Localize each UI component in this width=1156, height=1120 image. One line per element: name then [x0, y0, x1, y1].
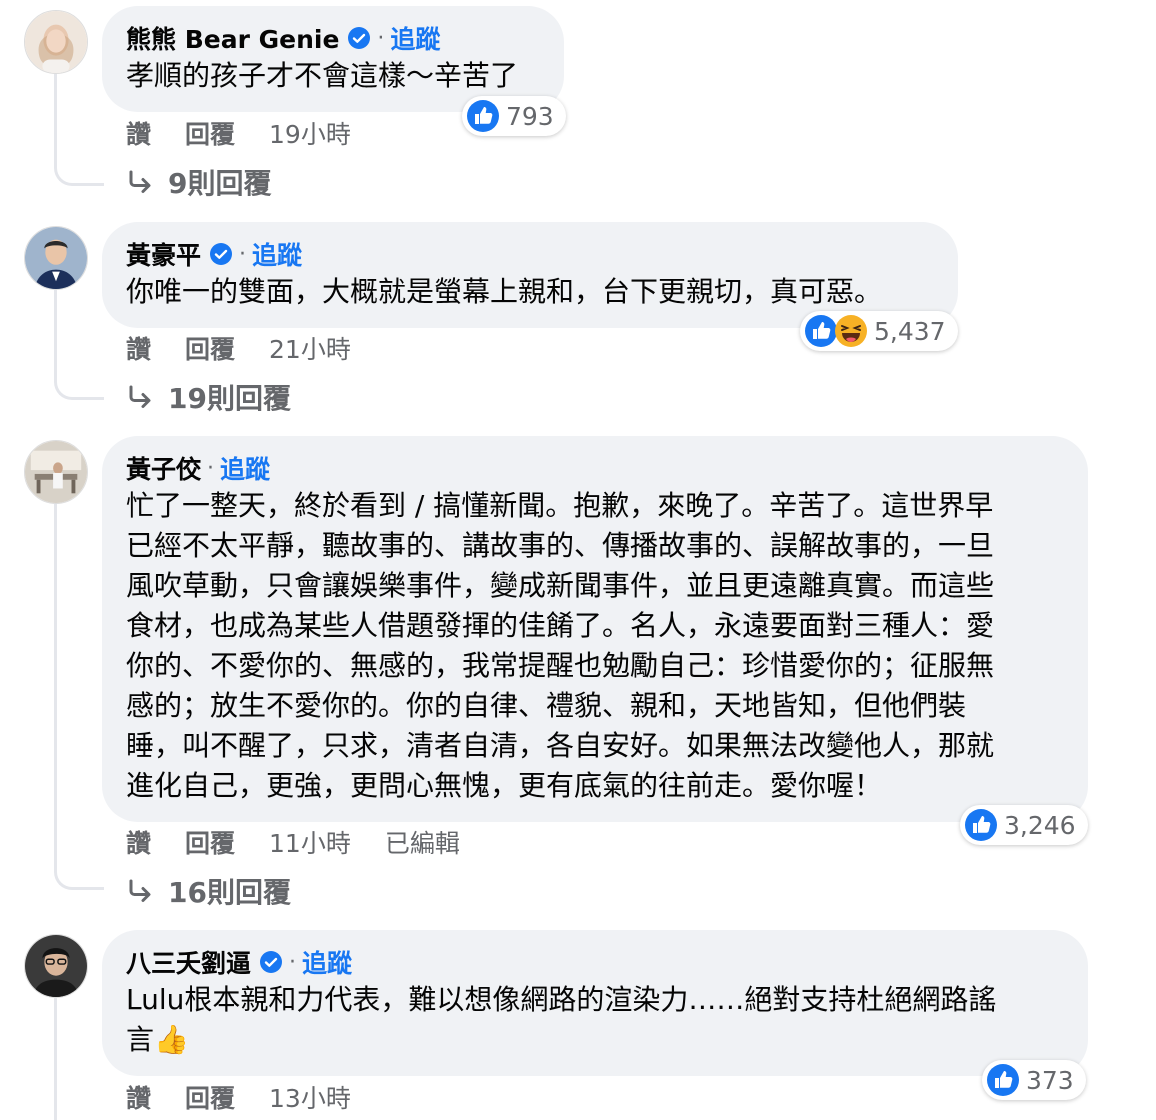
comment-actions: 讚 回覆 19小時 — [126, 116, 385, 150]
reaction-summary[interactable]: 3,246 — [960, 805, 1088, 845]
timestamp[interactable]: 13小時 — [269, 1079, 351, 1115]
comment-line: 感的；放生不愛你的。你的自律、禮貌、親和，天地皆知，但他們裝 — [126, 689, 967, 722]
like-button[interactable]: 讚 — [126, 1079, 151, 1115]
follow-link[interactable]: 追蹤 — [252, 236, 302, 272]
separator-dot: · — [207, 455, 215, 481]
comment-actions: 讚 回覆 21小時 — [126, 331, 385, 365]
reply-arrow-icon — [126, 383, 154, 411]
avatar[interactable] — [24, 934, 88, 998]
timestamp[interactable]: 11小時 — [269, 824, 351, 860]
comment-actions: 讚 回覆 13小時 — [126, 1080, 385, 1114]
comment-line: 已經不太平靜，聽故事的、講故事的、傳播故事的、誤解故事的，一旦 — [126, 529, 995, 562]
timestamp[interactable]: 19小時 — [269, 115, 351, 151]
avatar[interactable] — [24, 10, 88, 74]
reply-button[interactable]: 回覆 — [185, 1079, 235, 1115]
comment-line: 食材，也成為某些人借題發揮的佳餚了。名人，永遠要面對三種人：愛 — [126, 609, 995, 642]
comment-line: 睡，叫不醒了，只求，清者自清，各自安好。如果無法改變他人，那就 — [126, 729, 995, 762]
comment-bubble: 黃子佼 · 追蹤 忙了一整天，終於看到 / 搞懂新聞。抱歉，來晚了。辛苦了。這世… — [102, 436, 1088, 822]
view-replies-button[interactable]: 9則回覆 — [126, 164, 271, 200]
replies-label: 19則回覆 — [168, 382, 291, 415]
thread-connector — [54, 72, 104, 186]
commenter-name[interactable]: 黃豪平 — [126, 236, 201, 272]
reply-button[interactable]: 回覆 — [185, 330, 235, 366]
replies-label: 16則回覆 — [168, 876, 291, 909]
comment-bubble: 八三夭劉逼 · 追蹤 Lulu根本親和力代表，難以想像網路的渲染力……絕對支持杜… — [102, 930, 1088, 1076]
reaction-summary[interactable]: 5,437 — [800, 311, 958, 351]
comment-line: 進化自己，更強，更問心無愧，更有底氣的往前走。愛你喔！ — [126, 769, 883, 802]
like-icon — [466, 99, 500, 133]
view-replies-button[interactable]: 19則回覆 — [126, 379, 291, 415]
comment-actions: 讚 回覆 11小時 已編輯 — [126, 825, 494, 859]
thread-connector — [54, 288, 104, 400]
verified-badge-icon — [347, 26, 371, 50]
reply-button[interactable]: 回覆 — [185, 115, 235, 151]
comment-text: 你唯一的雙面，大概就是螢幕上親和，台下更親切，真可惡。 — [126, 272, 934, 312]
like-icon — [964, 808, 998, 842]
commenter-name[interactable]: 熊熊 Bear Genie — [126, 20, 339, 56]
thread-connector — [54, 998, 104, 1120]
comment-line: 你唯一的雙面，大概就是螢幕上親和，台下更親切，真可惡。 — [126, 275, 883, 308]
avatar[interactable] — [24, 440, 88, 504]
timestamp[interactable]: 21小時 — [269, 330, 351, 366]
reaction-count: 3,246 — [1004, 810, 1076, 840]
comment-line: 言👍 — [126, 1023, 189, 1056]
commenter-name[interactable]: 黃子佼 — [126, 450, 201, 486]
edited-label: 已編輯 — [384, 829, 460, 858]
reaction-summary[interactable]: 373 — [982, 1060, 1086, 1100]
reaction-count: 793 — [506, 101, 554, 131]
like-button[interactable]: 讚 — [126, 824, 151, 860]
comment-text: Lulu根本親和力代表，難以想像網路的渲染力……絕對支持杜絕網路謠 言👍 — [126, 980, 1064, 1060]
separator-dot: · — [289, 949, 297, 975]
reply-arrow-icon — [126, 877, 154, 905]
haha-icon — [834, 314, 868, 348]
follow-link[interactable]: 追蹤 — [390, 20, 440, 56]
like-icon — [986, 1063, 1020, 1097]
reaction-summary[interactable]: 793 — [462, 96, 566, 136]
thread-connector — [54, 504, 104, 890]
commenter-name[interactable]: 八三夭劉逼 — [126, 944, 251, 980]
reaction-count: 373 — [1026, 1065, 1074, 1095]
follow-link[interactable]: 追蹤 — [302, 944, 352, 980]
avatar[interactable] — [24, 226, 88, 290]
reply-arrow-icon — [126, 168, 154, 196]
separator-dot: · — [239, 241, 247, 267]
like-icon — [804, 314, 838, 348]
comment-line: 你的、不愛你的、無感的，我常提醒也勉勵自己：珍惜愛你的；征服無 — [126, 649, 995, 682]
verified-badge-icon — [209, 242, 233, 266]
reaction-count: 5,437 — [874, 316, 946, 346]
comment-line: 風吹草動，只會讓娛樂事件，變成新聞事件，並且更遠離真實。而這些 — [126, 569, 995, 602]
comment-line: Lulu根本親和力代表，難以想像網路的渲染力……絕對支持杜絕網路謠 — [126, 983, 997, 1016]
like-button[interactable]: 讚 — [126, 115, 151, 151]
comment-line: 孝順的孩子才不會這樣～辛苦了 — [126, 59, 519, 92]
replies-label: 9則回覆 — [168, 167, 272, 200]
follow-link[interactable]: 追蹤 — [220, 450, 270, 486]
like-button[interactable]: 讚 — [126, 330, 151, 366]
comment-text: 忙了一整天，終於看到 / 搞懂新聞。抱歉，來晚了。辛苦了。這世界早 已經不太平靜… — [126, 486, 1064, 806]
view-replies-button[interactable]: 16則回覆 — [126, 873, 291, 909]
comment-text: 孝順的孩子才不會這樣～辛苦了 — [126, 56, 540, 96]
verified-badge-icon — [259, 950, 283, 974]
comment-line: 忙了一整天，終於看到 / 搞懂新聞。抱歉，來晚了。辛苦了。這世界早 — [126, 489, 994, 522]
separator-dot: · — [377, 25, 385, 51]
reply-button[interactable]: 回覆 — [185, 824, 235, 860]
